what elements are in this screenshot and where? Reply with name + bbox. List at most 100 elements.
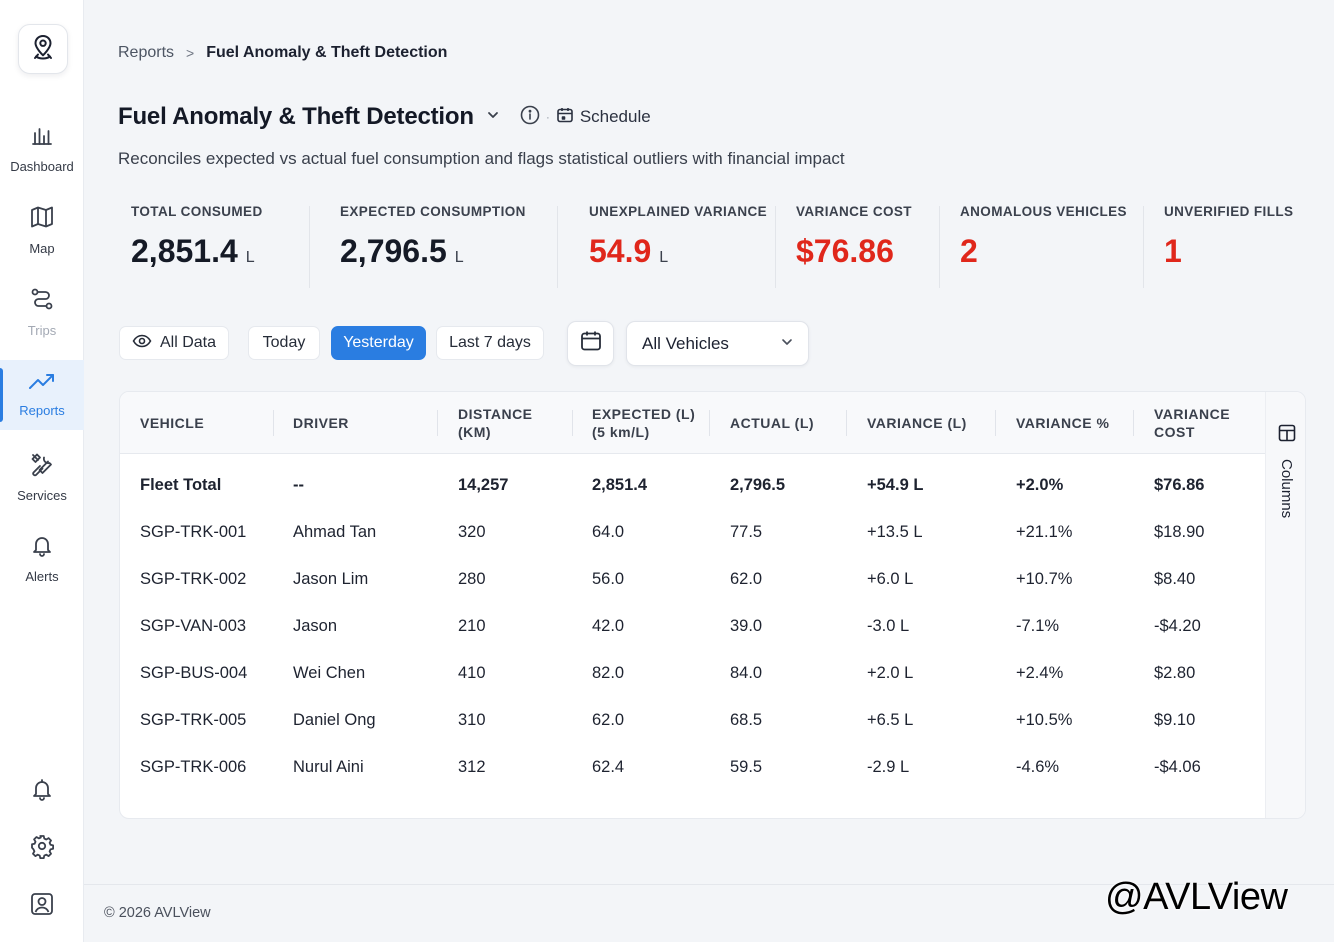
table-row[interactable]: SGP-VAN-003 Jason 210 42.0 39.0 -3.0 L -7.1% -$… — [120, 603, 1265, 650]
cell-variance-cost: $9.10 — [1154, 711, 1196, 729]
table-row[interactable]: SGP-TRK-002 Jason Lim 280 56.0 62.0 +6.0 L +10… — [120, 556, 1265, 603]
cell-variance-cost: -$4.06 — [1154, 758, 1201, 776]
cell-variance-cost: $76.86 — [1154, 476, 1205, 494]
bell-icon — [30, 777, 54, 808]
kpi-label: TOTAL CONSUMED — [131, 204, 263, 219]
col-header-driver[interactable]: DRIVER — [293, 392, 349, 454]
cell-variance-l: -3.0 L — [867, 617, 910, 635]
nav-services-label: Services — [17, 488, 67, 503]
cell-vehicle: SGP-TRK-001 — [140, 523, 247, 541]
filter-all-data-label: All Data — [159, 334, 217, 351]
cell-vehicle: SGP-TRK-002 — [140, 570, 247, 588]
vehicle-select[interactable]: All Vehicles — [626, 321, 809, 366]
title-row: Fuel Anomaly & Theft Detection · Schedul… — [118, 100, 651, 134]
header-divider — [846, 410, 847, 436]
map-icon — [29, 204, 55, 235]
kpi-value: 2,796.5 L — [340, 233, 526, 270]
cell-actual: 59.5 — [730, 758, 763, 776]
cell-vehicle: SGP-TRK-005 — [140, 711, 247, 729]
kpi-divider — [557, 206, 558, 288]
col-header-actual[interactable]: ACTUAL (L) — [730, 392, 814, 454]
cell-variance-pct: +2.0% — [1016, 476, 1064, 494]
kpi-value: 1 — [1164, 233, 1182, 269]
nav-alerts-label: Alerts — [25, 569, 59, 584]
page-subtitle: Reconciles expected vs actual fuel consu… — [118, 149, 845, 168]
settings-button[interactable] — [28, 834, 56, 862]
schedule-button[interactable]: Schedule — [556, 106, 651, 129]
chevron-down-icon — [486, 108, 500, 127]
page-title: Fuel Anomaly & Theft Detection — [118, 103, 474, 130]
nav-trips[interactable]: Trips — [0, 277, 84, 347]
col-header-variance-cost[interactable]: VARIANCE COST — [1154, 392, 1230, 454]
cell-variance-cost: $2.80 — [1154, 664, 1196, 682]
col-header-variance-l[interactable]: VARIANCE (L) — [867, 392, 967, 454]
col-header-vehicle[interactable]: VEHICLE — [140, 392, 204, 454]
report-switcher-button[interactable] — [486, 108, 500, 127]
table-row[interactable]: SGP-TRK-001 Ahmad Tan 320 64.0 77.5 +13.5 L +2… — [120, 509, 1265, 556]
nav-reports[interactable]: Reports — [0, 360, 84, 430]
kpi-label: UNVERIFIED FILLS — [1164, 204, 1294, 219]
cell-variance-cost: $18.90 — [1154, 523, 1205, 541]
breadcrumb-separator: > — [186, 45, 195, 61]
cell-driver: Ahmad Tan — [293, 523, 377, 541]
filter-today[interactable]: Today — [248, 326, 320, 360]
cell-driver: Nurul Aini — [293, 758, 364, 776]
dot-separator: · — [545, 110, 550, 124]
cell-actual: 77.5 — [730, 523, 763, 541]
cell-actual: 84.0 — [730, 664, 763, 682]
filter-today-label: Today — [262, 334, 306, 351]
columns-icon — [1278, 424, 1296, 447]
profile-button[interactable] — [28, 892, 56, 920]
columns-toggle[interactable]: Columns — [1265, 392, 1305, 818]
cell-expected: 42.0 — [592, 617, 625, 635]
filter-last-7-days[interactable]: Last 7 days — [436, 326, 544, 360]
filter-yesterday[interactable]: Yesterday — [331, 326, 426, 360]
kpi-unit: L — [454, 249, 464, 266]
cell-expected: 62.4 — [592, 758, 625, 776]
fuel-table-card: VEHICLE DRIVER DISTANCE (KM) EXPECTED (L)… — [119, 391, 1306, 819]
filter-all-data[interactable]: All Data — [119, 326, 229, 360]
kpi-anomalous-vehicles: ANOMALOUS VEHICLES 2 — [960, 204, 1127, 288]
col-header-expected[interactable]: EXPECTED (L) (5 km/L) — [592, 392, 695, 454]
cell-variance-pct: -7.1% — [1016, 617, 1060, 635]
kpi-expected-consumption: EXPECTED CONSUMPTION 2,796.5 L — [340, 204, 526, 288]
kpi-unit: L — [659, 249, 669, 266]
cell-variance-l: +2.0 L — [867, 664, 914, 682]
table-header: VEHICLE DRIVER DISTANCE (KM) EXPECTED (L)… — [120, 392, 1265, 454]
col-header-distance[interactable]: DISTANCE (KM) — [458, 392, 533, 454]
kpi-value: 2,851.4 L — [131, 233, 263, 270]
header-divider — [273, 410, 274, 436]
tools-icon — [29, 451, 55, 482]
kpi-label: ANOMALOUS VEHICLES — [960, 204, 1127, 219]
info-icon — [520, 105, 540, 130]
app-logo[interactable] — [18, 24, 68, 74]
columns-label: Columns — [1278, 459, 1295, 519]
nav-services[interactable]: Services — [0, 442, 84, 512]
cell-expected: 64.0 — [592, 523, 625, 541]
watermark: @AVLView — [1105, 876, 1288, 918]
nav-dashboard-label: Dashboard — [10, 159, 74, 174]
cell-variance-pct: +2.4% — [1016, 664, 1064, 682]
breadcrumb-reports-link[interactable]: Reports — [118, 44, 174, 62]
table-row[interactable]: SGP-TRK-005 Daniel Ong 310 62.0 68.5 +6.5 L +1… — [120, 697, 1265, 744]
table-row-fleet-total[interactable]: Fleet Total -- 14,257 2,851.4 2,796.5 +54.9 L… — [120, 462, 1265, 509]
nav-reports-label: Reports — [19, 403, 65, 418]
kpi-value: 2 — [960, 233, 978, 269]
nav-map-label: Map — [29, 241, 55, 256]
nav-map[interactable]: Map — [0, 195, 84, 265]
table-row[interactable]: SGP-BUS-004 Wei Chen 410 82.0 84.0 +2.0 L +2.4… — [120, 650, 1265, 697]
col-header-variance-pct[interactable]: VARIANCE % — [1016, 392, 1109, 454]
table-row[interactable]: SGP-TRK-006 Nurul Aini 312 62.4 59.5 -2.9 L -4… — [120, 744, 1265, 791]
nav-dashboard[interactable]: Dashboard — [0, 114, 84, 184]
cell-vehicle: SGP-BUS-004 — [140, 664, 248, 682]
cell-distance: 310 — [458, 711, 486, 729]
nav-alerts[interactable]: Alerts — [0, 524, 84, 594]
cell-variance-l: +6.5 L — [867, 711, 914, 729]
cell-variance-cost: -$4.20 — [1154, 617, 1201, 635]
cell-expected: 82.0 — [592, 664, 625, 682]
date-picker-button[interactable] — [567, 321, 614, 366]
kpi-divider — [309, 206, 310, 288]
kpi-label: UNEXPLAINED VARIANCE — [589, 204, 768, 219]
info-button[interactable] — [520, 105, 540, 130]
notifications-button[interactable] — [28, 778, 56, 806]
